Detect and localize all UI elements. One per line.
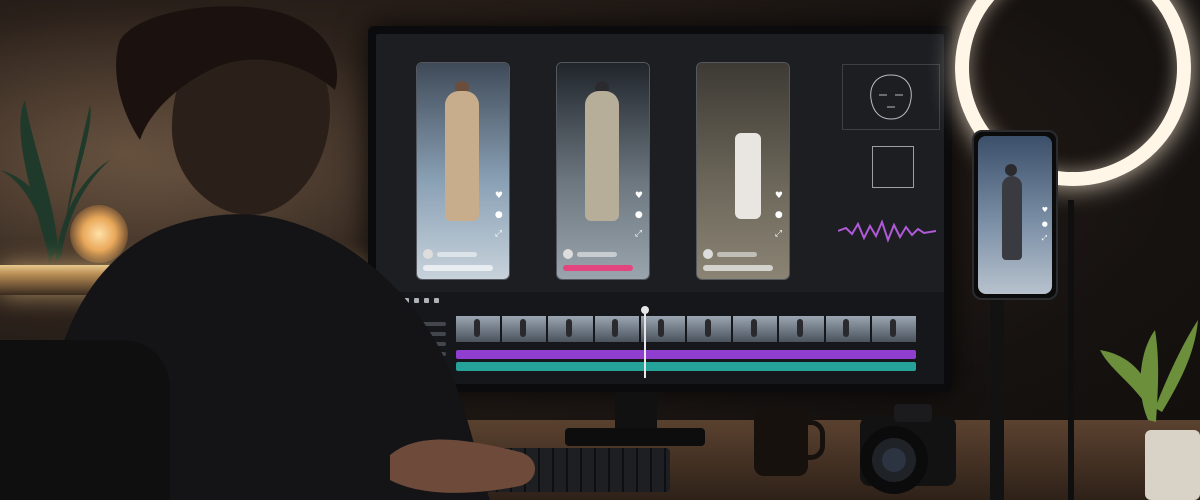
face-outline-icon [870,74,912,120]
clip-thumbnail[interactable] [871,316,917,342]
mug-handle [802,420,825,460]
plant-right [1100,320,1200,500]
caption-line [577,252,617,257]
clip-thumbnail[interactable] [733,316,778,342]
audio-waveform-purple [838,219,936,243]
clip-thumbnail[interactable] [779,316,824,342]
card-actions: ♥ ● ⤢ [775,191,783,239]
share-icon[interactable]: ⤢ [635,229,643,239]
heart-icon[interactable]: ♥ [775,191,783,201]
ring-light-stand [1068,200,1074,500]
caption-line [717,252,757,257]
side-panel [836,56,940,308]
comment-icon[interactable]: ● [775,210,783,220]
avatar [563,249,573,259]
share-icon[interactable]: ⤢ [1042,234,1048,243]
product-bottle [735,133,761,219]
comment-icon[interactable]: ● [1042,220,1048,228]
person-silhouette [0,6,535,500]
coffee-mug [754,408,808,476]
card-actions: ♥ ● ⤢ [635,191,643,239]
share-icon[interactable]: ⤢ [775,229,783,239]
card-person [585,91,619,221]
video-card-3[interactable]: ♥ ● ⤢ [696,62,790,280]
clip-thumbnail[interactable] [825,316,870,342]
clip-thumbnail[interactable] [687,316,732,342]
progress-line [563,265,633,271]
phone-actions: ♥ ● ⤢ [1042,206,1048,243]
monitor-stand [615,392,657,432]
heart-icon[interactable]: ♥ [635,191,643,201]
heart-icon[interactable]: ♥ [1042,206,1048,214]
editing-room-scene: ♥ ● ⤢ ♥ ● ⤢ ♥ ● ⤢ ♥ ● ⤢ [0,0,1200,500]
progress-line [703,265,773,271]
camera [860,404,956,494]
comment-icon[interactable]: ● [635,210,643,220]
person [1002,176,1022,260]
face-tracking-wireframe [842,64,940,130]
smartphone: ♥ ● ⤢ [972,130,1058,300]
monitor-stand-base [565,428,705,446]
video-card-2[interactable]: ♥ ● ⤢ [556,62,650,280]
focus-frame[interactable] [872,146,914,188]
phone-screen: ♥ ● ⤢ [978,136,1052,294]
clip-thumbnail[interactable] [594,316,639,342]
playhead[interactable] [644,310,646,378]
clip-thumbnail[interactable] [640,316,686,342]
person-head [1005,164,1017,176]
avatar [703,249,713,259]
phone-tripod [990,290,1004,500]
